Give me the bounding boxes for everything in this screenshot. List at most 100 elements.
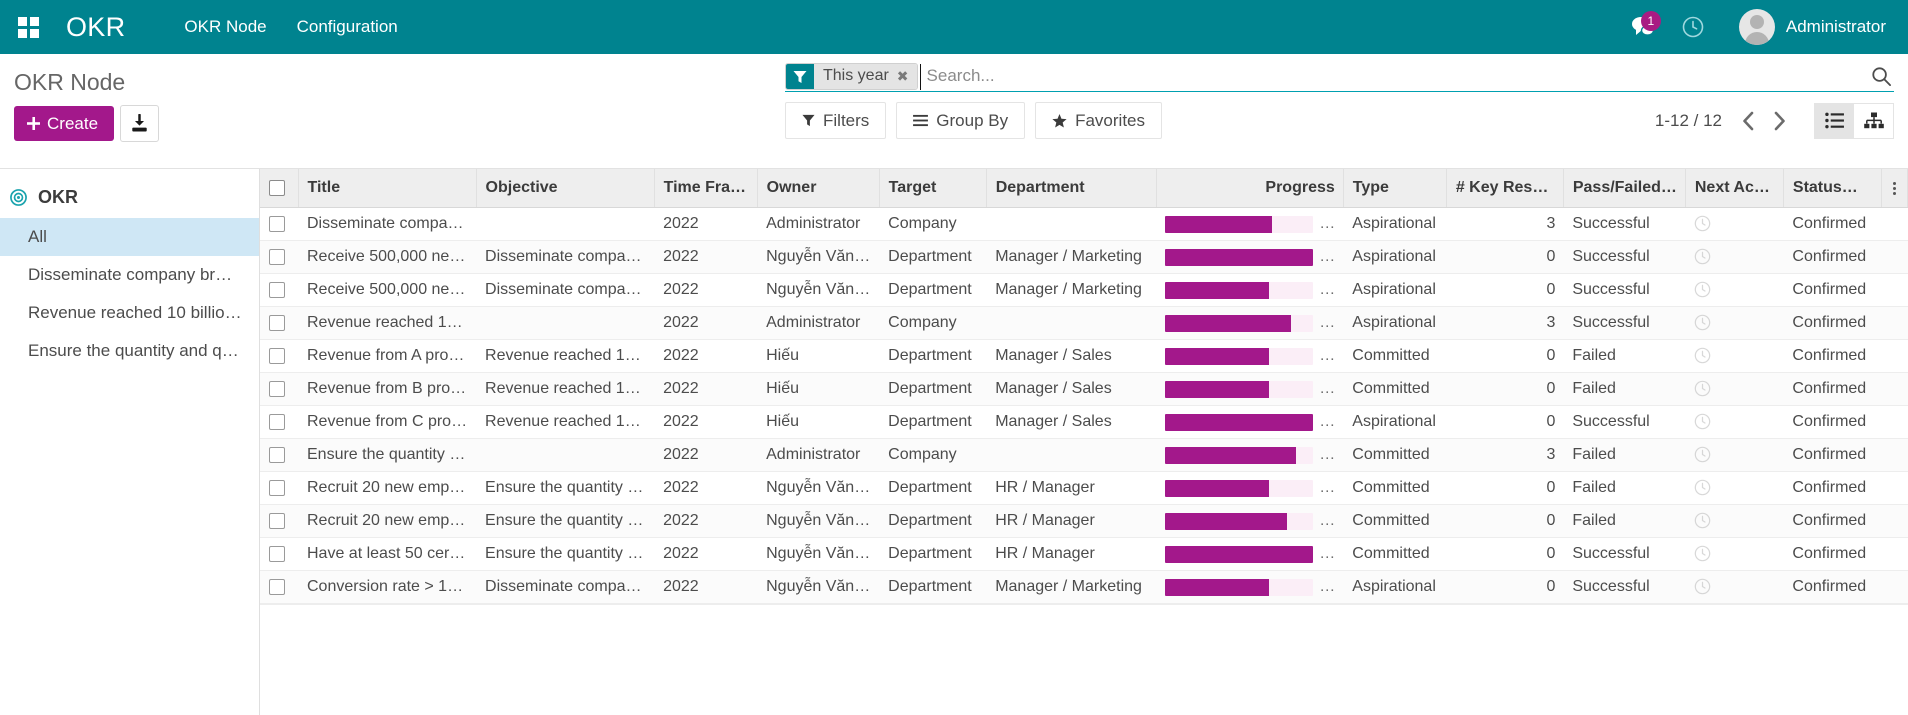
cell-title: Recruit 20 new empl… (298, 504, 477, 538)
table-row[interactable]: Recruit 20 new empl… Ensure the quantity … (260, 471, 1908, 505)
row-select-cell[interactable] (260, 438, 298, 472)
user-menu[interactable]: Administrator (1731, 5, 1890, 49)
table-row[interactable]: Revenue from B pro… Revenue reached 10… 20… (260, 372, 1908, 406)
cell-key-results: 0 (1446, 240, 1564, 274)
group-by-button[interactable]: Group By (896, 102, 1026, 139)
nav-item-okr-node[interactable]: OKR Node (171, 1, 279, 53)
row-checkbox[interactable] (269, 347, 285, 364)
select-all-checkbox[interactable] (269, 179, 285, 196)
row-checkbox[interactable] (269, 314, 285, 331)
nav-item-configuration[interactable]: Configuration (284, 1, 411, 53)
table-row[interactable]: Revenue from A pro… Revenue reached 10… 20… (260, 339, 1908, 373)
table-row[interactable]: Recruit 20 new empl… Ensure the quantity … (260, 504, 1908, 538)
cell-pass-failed: Failed (1563, 471, 1686, 505)
column-header-target[interactable]: Target (879, 169, 987, 208)
row-checkbox[interactable] (269, 380, 285, 397)
table-row[interactable]: Disseminate compa… 2022 Administrator Compa… (260, 207, 1908, 241)
sidebar-item-all[interactable]: All (0, 218, 259, 256)
view-button-hierarchy[interactable] (1854, 102, 1894, 139)
column-header-options[interactable] (1881, 169, 1908, 208)
row-select-cell[interactable] (260, 273, 298, 307)
progress-label: … (1319, 215, 1336, 232)
progress-bar (1165, 314, 1314, 332)
cell-status: Confirmed (1783, 372, 1882, 406)
view-switcher (1814, 102, 1894, 139)
cell-target: Department (879, 405, 987, 439)
breadcrumb[interactable]: OKR Node (14, 54, 125, 96)
filters-button[interactable]: Filters (785, 102, 887, 139)
row-select-cell[interactable] (260, 471, 298, 505)
column-header-type[interactable]: Type (1343, 169, 1447, 208)
cell-title: Have at least 50 cer… (298, 537, 477, 571)
row-checkbox[interactable] (269, 215, 285, 232)
pager-previous-button[interactable] (1734, 106, 1762, 136)
cell-target: Department (879, 240, 987, 274)
row-select-cell[interactable] (260, 339, 298, 373)
search-facet-remove-icon[interactable]: ✖ (897, 68, 909, 85)
app-brand-okr[interactable]: OKR (66, 12, 125, 43)
table-row[interactable]: Receive 500,000 ne… Disseminate compa… 202… (260, 240, 1908, 274)
row-select-cell[interactable] (260, 405, 298, 439)
import-records-button[interactable] (120, 105, 160, 142)
column-header-key-results[interactable]: # Key Results (1446, 169, 1564, 208)
sidebar-item-ensure-quantity[interactable]: Ensure the quantity and q… (0, 332, 259, 370)
row-checkbox[interactable] (269, 248, 285, 265)
search-facet-this-year[interactable]: This year ✖ (785, 63, 918, 90)
cell-department: Manager / Marketing (986, 273, 1157, 307)
table-row[interactable]: Conversion rate > 1… Disseminate compa… 20… (260, 570, 1908, 604)
search-facet-label-wrapper[interactable]: This year ✖ (814, 64, 917, 89)
column-header-status[interactable]: Status… (1783, 169, 1882, 208)
row-select-cell[interactable] (260, 306, 298, 340)
sidebar-section-okr[interactable]: OKR (0, 183, 259, 218)
favorites-button[interactable]: Favorites (1035, 102, 1163, 139)
row-checkbox[interactable] (269, 545, 285, 562)
table-row[interactable]: Have at least 50 cer… Ensure the quantity… (260, 537, 1908, 571)
row-checkbox[interactable] (269, 446, 285, 463)
row-select-cell[interactable] (260, 372, 298, 406)
column-header-title[interactable]: Title (298, 169, 477, 208)
cell-pass-failed: Successful (1563, 207, 1686, 241)
search-submit-button[interactable] (1861, 66, 1894, 87)
table-row[interactable]: Receive 500,000 ne… Disseminate compa… 202… (260, 273, 1908, 307)
sidebar-item-revenue-reached[interactable]: Revenue reached 10 billio… (0, 294, 259, 332)
column-header-department[interactable]: Department (986, 169, 1157, 208)
row-select-cell[interactable] (260, 570, 298, 604)
view-button-list[interactable] (1814, 102, 1854, 139)
row-select-cell[interactable] (260, 537, 298, 571)
messages-button[interactable]: 1 (1621, 5, 1665, 49)
row-checkbox[interactable] (269, 479, 285, 496)
row-checkbox[interactable] (269, 281, 285, 298)
pager-next-button[interactable] (1766, 106, 1794, 136)
row-select-cell[interactable] (260, 504, 298, 538)
cell-objective: Disseminate compa… (476, 240, 655, 274)
row-checkbox[interactable] (269, 413, 285, 430)
activities-button[interactable] (1671, 5, 1715, 49)
options-dots-icon[interactable] (1891, 181, 1899, 195)
column-header-owner[interactable]: Owner (757, 169, 880, 208)
table-row[interactable]: Ensure the quantity … 2022 Administrator Co… (260, 438, 1908, 472)
progress-bar (1165, 248, 1314, 266)
cell-owner: Hiếu (757, 405, 880, 439)
cell-title: Revenue from A pro… (298, 339, 477, 373)
sidebar-item-disseminate-company[interactable]: Disseminate company br… (0, 256, 259, 294)
table-row[interactable]: Revenue reached 10… 2022 Administrator Comp… (260, 306, 1908, 340)
column-header-time-frame[interactable]: Time Fra… (654, 169, 758, 208)
table-row[interactable]: Revenue from C pro… Revenue reached 10… 20… (260, 405, 1908, 439)
row-select-cell[interactable] (260, 207, 298, 241)
cell-target: Department (879, 471, 987, 505)
cell-owner: Nguyễn Văn … (757, 471, 880, 505)
cell-options (1881, 537, 1908, 571)
apps-menu-button[interactable] (10, 9, 46, 45)
row-checkbox[interactable] (269, 578, 285, 595)
column-header-objective[interactable]: Objective (476, 169, 655, 208)
column-header-select-all[interactable] (260, 169, 299, 208)
row-select-cell[interactable] (260, 240, 298, 274)
cell-options (1881, 240, 1908, 274)
search-box[interactable]: This year ✖ (785, 62, 1894, 92)
column-header-next-activity[interactable]: Next Activi… (1685, 169, 1784, 208)
search-input[interactable] (919, 63, 1861, 90)
create-button[interactable]: Create (14, 106, 115, 141)
column-header-pass-failed[interactable]: Pass/Failed… (1563, 169, 1686, 208)
row-checkbox[interactable] (269, 512, 285, 529)
column-header-progress[interactable]: Progress (1156, 169, 1344, 208)
